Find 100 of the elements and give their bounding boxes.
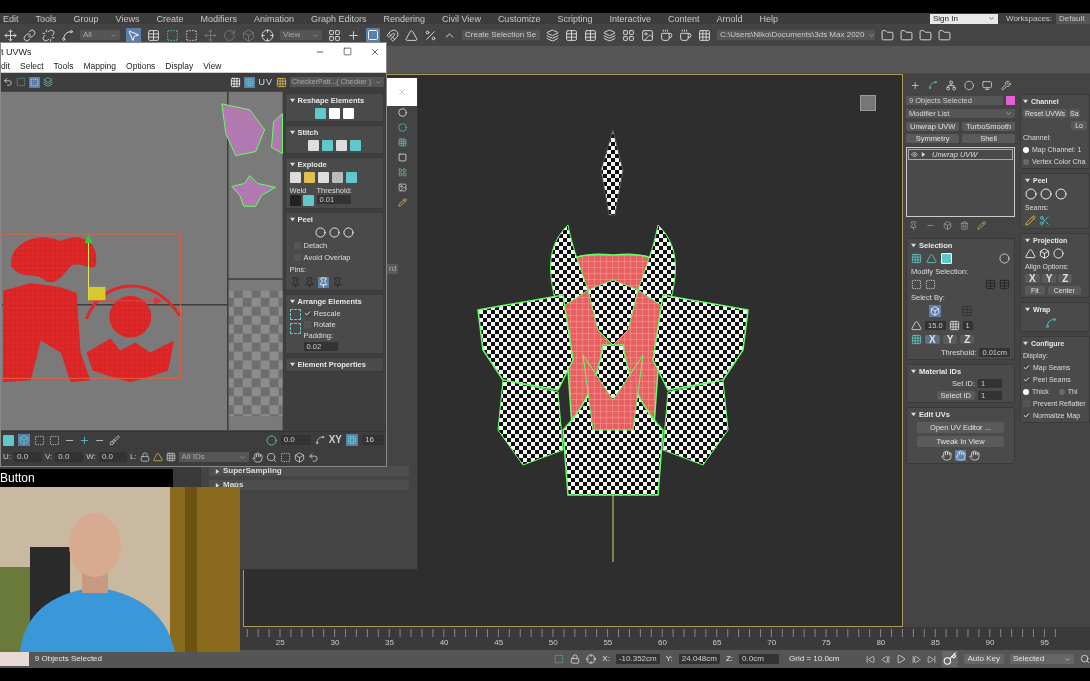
menu-item[interactable]: Help <box>759 13 778 24</box>
grid-icon[interactable] <box>346 434 358 447</box>
checkbox[interactable] <box>1023 376 1030 383</box>
rollout-header[interactable]: Maps <box>223 480 244 490</box>
caret-icon[interactable] <box>911 243 916 248</box>
zoom-icon[interactable] <box>265 451 277 463</box>
x-coordinate-field[interactable]: -10.352cm <box>615 654 660 664</box>
pin-icon[interactable] <box>317 276 329 288</box>
menu-item[interactable]: Options <box>126 61 156 72</box>
teapot-icon[interactable] <box>660 28 673 42</box>
workspace-dropdown[interactable]: Default <box>1056 13 1090 24</box>
radio-button[interactable] <box>1023 146 1029 153</box>
previous-frame-icon[interactable] <box>880 654 890 664</box>
search-icon[interactable] <box>1080 654 1090 664</box>
folder-icon[interactable] <box>881 28 894 42</box>
grid-icon[interactable] <box>698 28 711 42</box>
go-to-start-icon[interactable] <box>865 654 875 664</box>
curve-icon[interactable] <box>314 435 325 446</box>
caret-icon[interactable] <box>1025 307 1030 312</box>
maximize-icon[interactable] <box>343 46 352 56</box>
object-color-swatch[interactable] <box>1006 96 1015 105</box>
menu-item[interactable]: Select <box>20 61 44 72</box>
auto-key-button[interactable]: Auto Key <box>963 654 1004 664</box>
region-select-icon[interactable] <box>166 28 179 42</box>
grid-icon[interactable] <box>948 320 960 331</box>
axis-button[interactable]: X <box>925 335 940 344</box>
curve-icon[interactable] <box>61 28 74 42</box>
paint-icon[interactable] <box>109 434 120 446</box>
wrap-icon[interactable] <box>1045 317 1057 329</box>
folder-icon[interactable] <box>919 28 932 42</box>
angle-snap-icon[interactable] <box>405 28 418 42</box>
checkbox[interactable] <box>1023 412 1030 419</box>
menu-item[interactable]: Group <box>73 13 99 24</box>
project-path-dropdown[interactable]: C:\Users\Niko\Documents\3ds Max 2020 <box>717 30 875 40</box>
go-to-end-icon[interactable] <box>926 654 936 664</box>
pin-icon[interactable] <box>909 221 918 230</box>
caret-icon[interactable] <box>289 216 295 222</box>
freeform-icon[interactable] <box>29 76 40 88</box>
selection-set-dropdown[interactable]: Create Selection Se <box>462 30 540 40</box>
caret-icon[interactable] <box>911 369 916 374</box>
menu-item[interactable]: Arnold <box>716 13 743 24</box>
z-coordinate-field[interactable]: 0.0cm <box>739 654 780 664</box>
caret-icon[interactable] <box>1025 238 1030 243</box>
radio-button[interactable] <box>1023 158 1029 165</box>
caret-icon[interactable] <box>911 412 916 417</box>
caret-icon[interactable] <box>215 482 220 488</box>
caret-icon[interactable] <box>921 152 926 157</box>
caret-icon[interactable] <box>215 468 220 474</box>
grid-count-field[interactable]: 16 <box>362 435 384 446</box>
snap-icon[interactable] <box>386 28 399 42</box>
checkbox[interactable] <box>1023 364 1030 371</box>
caret-icon[interactable] <box>289 361 295 367</box>
move-icon[interactable] <box>4 28 17 42</box>
caret-icon[interactable] <box>289 298 295 304</box>
y-coordinate-field[interactable]: 24.048cm <box>678 654 720 664</box>
axis-button[interactable]: Z <box>1058 274 1073 283</box>
axis-button[interactable]: Y <box>942 335 958 344</box>
menu-item[interactable]: Tools <box>35 13 57 24</box>
axis-button[interactable]: Y <box>1041 274 1057 283</box>
menu-item[interactable]: dit <box>1 61 10 72</box>
window-select-icon[interactable] <box>185 28 198 42</box>
angle-icon[interactable] <box>152 452 163 463</box>
menu-item[interactable]: Customize <box>497 13 541 24</box>
trash-icon[interactable] <box>960 221 969 230</box>
zoom-region-icon[interactable] <box>279 451 291 463</box>
play-icon[interactable] <box>895 654 906 664</box>
caret-icon[interactable] <box>1025 178 1030 183</box>
menu-item[interactable]: Animation <box>253 13 294 24</box>
menu-item[interactable]: Modifiers <box>200 13 237 24</box>
u-field[interactable]: 0.0 <box>14 452 42 463</box>
v-field[interactable]: 0.0 <box>55 452 84 463</box>
angle-icon[interactable] <box>911 320 922 331</box>
w-field[interactable]: 0.0 <box>98 452 127 463</box>
checker-icon[interactable] <box>244 76 256 88</box>
folder-icon[interactable] <box>900 28 913 42</box>
next-frame-icon[interactable] <box>911 654 921 664</box>
seam-pencil-icon[interactable] <box>1025 215 1036 226</box>
pointer-icon[interactable] <box>126 27 141 43</box>
percent-snap-icon[interactable] <box>424 28 437 42</box>
menu-item[interactable]: Rendering <box>383 13 426 24</box>
close-icon[interactable] <box>370 46 380 57</box>
radio-button[interactable] <box>1023 388 1029 395</box>
seam-icon[interactable] <box>1039 215 1050 226</box>
axis-button[interactable]: Z <box>960 335 975 344</box>
caret-icon[interactable] <box>289 97 295 103</box>
menu-item[interactable]: Edit <box>3 13 19 24</box>
menu-item[interactable]: Content <box>667 13 700 24</box>
checker-icon[interactable] <box>398 138 407 147</box>
script-listener-field[interactable] <box>0 652 29 666</box>
folder-icon[interactable] <box>938 28 951 42</box>
menu-item[interactable]: Graph Editors <box>310 13 367 24</box>
teapot-icon[interactable] <box>679 28 692 42</box>
menu-item[interactable]: View <box>203 61 222 72</box>
menu-item[interactable]: Views <box>115 13 140 24</box>
utilities-icon[interactable] <box>1000 78 1011 92</box>
sign-in-dropdown[interactable]: Sign In <box>930 13 998 24</box>
set-key-icon[interactable] <box>941 651 958 667</box>
radio-button[interactable] <box>1058 388 1065 395</box>
link-icon[interactable] <box>23 28 36 42</box>
menu-item[interactable]: Mapping <box>83 61 117 72</box>
